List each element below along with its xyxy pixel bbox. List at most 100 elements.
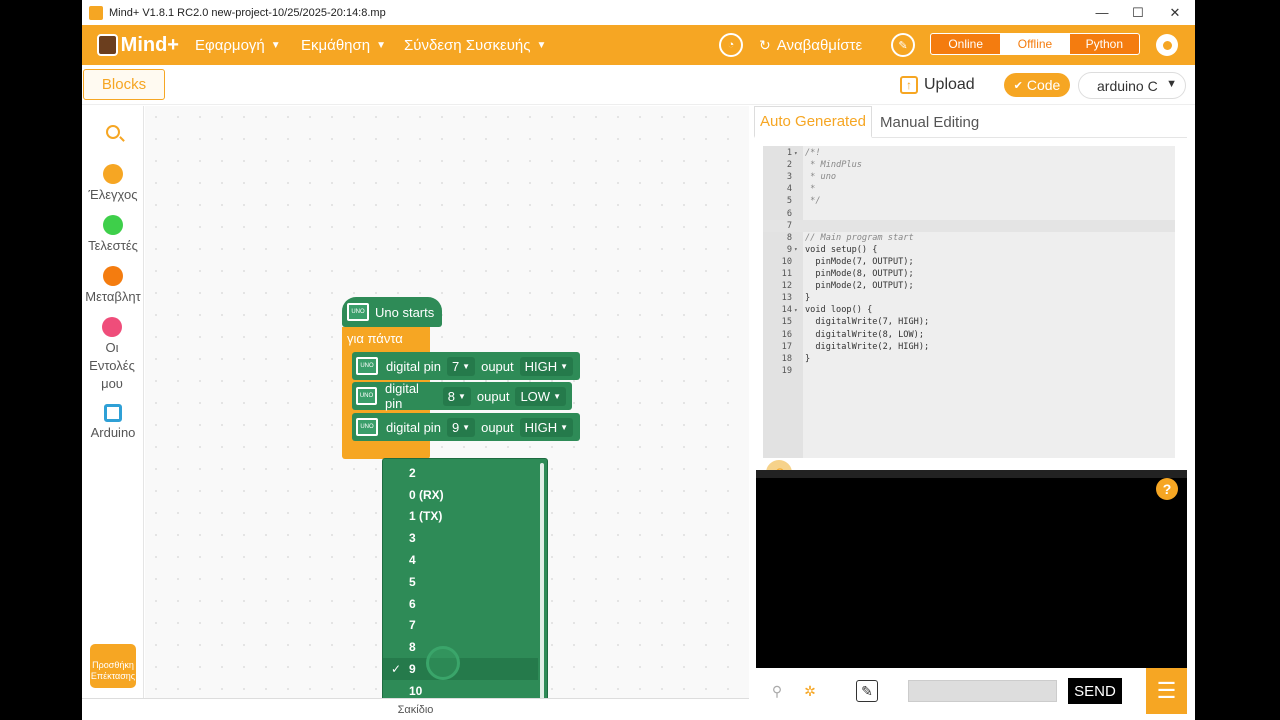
caret-down-icon: ▼ [462,361,471,371]
category-operators[interactable]: Τελεστές [82,215,144,255]
category-variables[interactable]: Μεταβλητ [82,266,144,306]
dropdown-option[interactable]: 1 (TX) [383,506,547,528]
code-toggle-button[interactable]: ✔ Code [1004,73,1070,97]
menu-application[interactable]: Εφαρμογή ▼ [195,25,281,65]
uno-board-icon: UNO [356,418,378,436]
uno-board-icon: UNO [347,303,369,321]
uno-starts-block[interactable]: UNO Uno starts [342,297,442,327]
mode-toggle: Online Offline Python [930,33,1140,55]
caret-down-icon: ▼ [457,391,466,401]
category-dot [103,164,123,184]
usb-icon[interactable]: ⚲ [766,680,788,702]
help-icon[interactable]: ? [1156,478,1178,500]
mode-offline[interactable]: Offline [1000,34,1070,54]
disconnect-icon[interactable]: ✲ [799,680,821,702]
minimize-button[interactable]: — [1083,0,1121,25]
dropdown-scrollbar[interactable] [540,463,544,703]
dashboard-icon[interactable]: ◔ [719,33,743,57]
code-line: 14 ▾ void loop() { [763,304,1175,316]
level-dropdown[interactable]: LOW ▼ [515,386,566,406]
menu-learning[interactable]: Εκμάθηση ▼ [301,25,386,65]
check-circle-icon: ✔ [1013,79,1023,92]
line-number: 9 [786,244,792,255]
code-text: pinMode(8, OUTPUT); [805,269,914,279]
category-arduino[interactable]: Arduino [82,404,144,442]
caret-down-icon: ▼ [560,361,569,371]
maximize-button[interactable]: ☐ [1119,0,1157,25]
fold-arrow-icon[interactable]: ▾ [792,307,802,314]
menu-connect-device[interactable]: Σύνδεση Συσκευής ▼ [404,25,546,65]
line-number: 10 [781,256,792,267]
mindplus-window: Mind+ V1.8.1 RC2.0 new-project-10/25/202… [82,0,1195,720]
mode-online[interactable]: Online [931,34,1000,54]
caret-down-icon: ▼ [270,39,281,51]
pin-dropdown[interactable]: 7 ▼ [446,356,476,376]
tab-blocks[interactable]: Blocks [83,69,165,100]
send-button[interactable]: SEND [1068,678,1122,704]
code-line: 1 ▾/*! [763,147,1175,159]
code-text: * MindPlus [805,160,862,171]
device-select[interactable]: arduino C ▼ [1078,72,1186,99]
edit-icon[interactable]: ✎ [891,33,915,57]
close-button[interactable]: ✕ [1156,0,1194,25]
code-line: 8 // Main program start [763,232,1175,244]
add-extension-button[interactable]: Προσθήκη Επέκτασης [90,644,136,688]
clear-icon[interactable]: ✎ [856,680,878,702]
checkmark-icon: ✓ [391,662,402,677]
pin-dropdown[interactable]: 9 ▼ [446,417,476,437]
dropdown-option[interactable]: 0 (RX) [383,484,547,506]
serial-input[interactable] [908,680,1057,702]
gear-icon[interactable] [1156,34,1178,56]
digital-pin-block[interactable]: UNO digital pin 8 ▼ ouput LOW ▼ [352,381,572,411]
dropdown-option-selected[interactable]: ✓ 9 [383,658,538,680]
pin-value: 9 [451,419,460,435]
upload-button[interactable]: ↑ Upload [900,73,975,97]
level-value: HIGH [524,419,558,435]
upload-label: Upload [924,76,975,93]
level-dropdown[interactable]: HIGH ▼ [519,417,574,437]
dropdown-option[interactable]: 3 [383,527,547,549]
code-editor[interactable]: 1 ▾/*! 2 * MindPlus 3 * uno 4 * 5 */6 7 8// Mai… [763,146,1175,458]
code-text: * [805,184,816,195]
fold-arrow-icon[interactable]: ▾ [792,150,802,157]
serial-monitor[interactable] [756,470,1187,668]
line-number: 17 [781,341,792,352]
category-my-blocks[interactable]: Οι Εντολές μου [82,317,142,393]
list-icon[interactable]: ☰ [1146,668,1187,714]
uno-board-icon: UNO [356,357,378,375]
block-label: digital pin [386,358,441,374]
blocks-workspace[interactable]: UNO Uno starts για πάντα UNO digital pin… [145,106,792,708]
dropdown-option[interactable]: 6 [383,593,547,615]
pin-dropdown[interactable]: 8 ▼ [442,386,471,406]
block-label: ouput [481,419,514,435]
serial-toolbar: ⚲ ✲ ✎ SEND ☰ [756,668,1187,714]
block-label: ouput [481,358,514,374]
category-control[interactable]: Έλεγχος [82,164,144,204]
dropdown-option[interactable]: 2 [383,462,547,484]
code-line: 6 [763,208,1175,220]
level-value: LOW [520,388,551,404]
code-text: digitalWrite(2, HIGH); [805,341,930,352]
backpack-label: Σακίδιο [397,703,434,716]
dropdown-option[interactable]: 5 [383,571,547,593]
digital-pin-block[interactable]: UNO digital pin 7 ▼ ouput HIGH ▼ [352,352,580,380]
device-select-value: arduino C [1097,77,1158,94]
upgrade-label: Αναβαθμίστε [776,36,863,54]
line-number: 11 [781,269,792,279]
search-icon[interactable] [106,125,120,139]
backpack-bar[interactable]: Σακίδιο [82,698,749,720]
menu-connect-device-label: Σύνδεση Συσκευής [404,36,531,54]
digital-pin-block[interactable]: UNO digital pin 9 ▼ ouput HIGH ▼ [352,413,580,441]
tab-manual-editing[interactable]: Manual Editing [875,106,984,138]
mode-python[interactable]: Python [1070,34,1139,54]
dropdown-option[interactable]: 8 [383,636,547,658]
tab-auto-generated[interactable]: Auto Generated [754,106,872,138]
line-number: 6 [786,208,792,219]
dropdown-option[interactable]: 4 [383,549,547,571]
fold-arrow-icon[interactable]: ▾ [792,246,802,253]
upgrade-button[interactable]: ↻ Αναβαθμίστε [759,25,862,65]
line-number: 7 [786,220,792,231]
dropdown-option[interactable]: 7 [383,615,547,637]
level-dropdown[interactable]: HIGH ▼ [519,356,574,376]
category-label: Τελεστές [88,238,138,253]
